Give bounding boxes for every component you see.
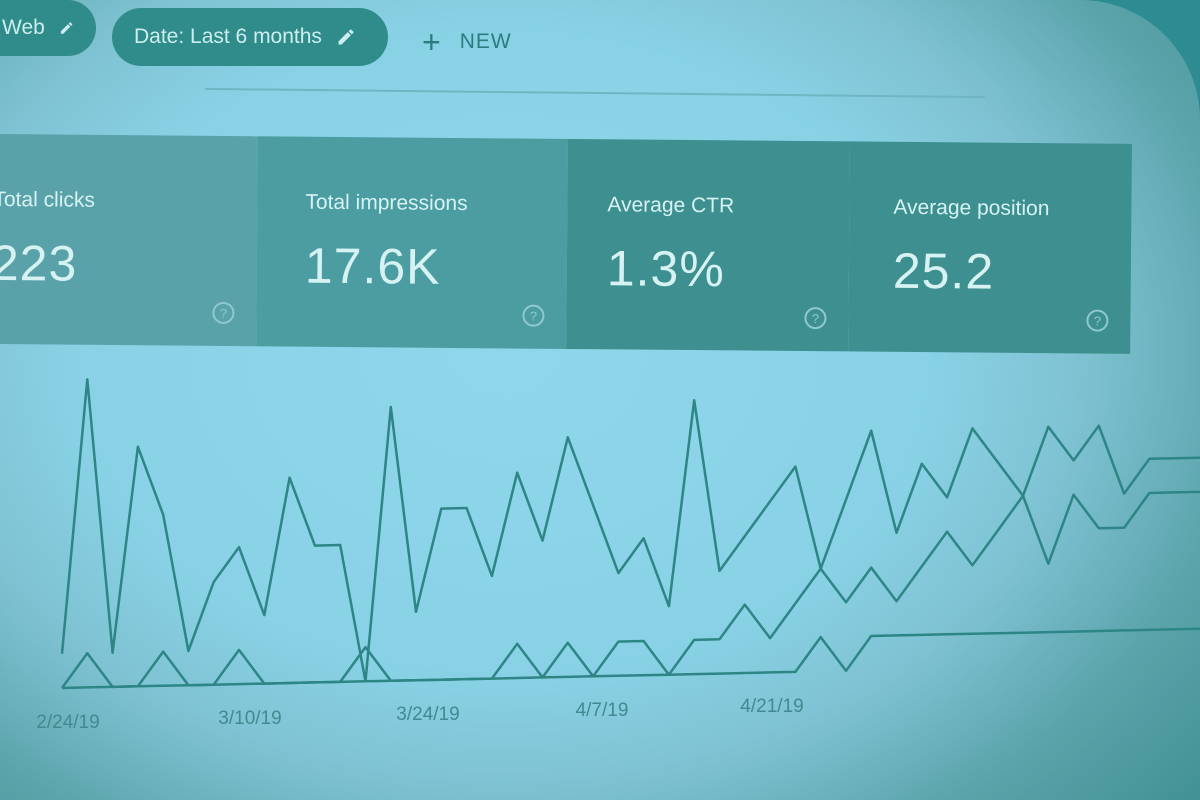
pencil-icon: [60, 22, 73, 34]
filter-bar: Web Date: Last 6 months + NEW: [0, 0, 1200, 99]
series-line-1: [60, 490, 1200, 689]
metric-value: 1.3%: [606, 240, 726, 298]
metric-label: Total impressions: [305, 190, 468, 216]
pencil-icon: [338, 29, 354, 45]
new-filter-button[interactable]: + NEW: [422, 22, 512, 62]
x-tick-label: 3/24/19: [396, 704, 459, 725]
metric-value: 223: [0, 234, 78, 292]
metric-card-total-impressions[interactable]: Total impressions 17.6K ?: [256, 136, 568, 349]
x-tick-label: 4/7/19: [576, 700, 629, 721]
metric-value: 25.2: [892, 242, 995, 300]
new-filter-label: NEW: [459, 30, 512, 53]
metric-card-average-ctr[interactable]: Average CTR 1.3% ?: [566, 138, 850, 352]
search-type-label: Web: [2, 16, 45, 39]
metric-value: 17.6K: [304, 237, 441, 295]
metric-card-total-clicks[interactable]: Total clicks 223 ?: [0, 134, 258, 347]
x-tick-label: 4/21/19: [740, 696, 803, 717]
x-tick-label: 3/10/19: [218, 708, 281, 729]
date-range-label: Date: Last 6 months: [134, 25, 322, 48]
help-circle-icon[interactable]: ?: [212, 301, 235, 325]
metrics-row: Total clicks 223 ? Total impressions 17.…: [0, 134, 1132, 354]
search-console-screen: Web Date: Last 6 months + NEW Total clic…: [0, 0, 1200, 800]
help-circle-icon[interactable]: ?: [1086, 309, 1109, 332]
divider: [205, 87, 985, 99]
search-type-chip[interactable]: Web: [0, 0, 96, 56]
series-line-0: [60, 378, 1200, 683]
metric-card-average-position[interactable]: Average position 25.2 ?: [848, 141, 1132, 354]
date-range-chip[interactable]: Date: Last 6 months: [112, 8, 388, 66]
help-circle-icon[interactable]: ?: [522, 304, 545, 327]
plus-icon: +: [422, 24, 442, 60]
performance-chart-svg: 2/24/19 3/10/19 3/24/19 4/7/19 4/21/19: [36, 378, 1200, 733]
help-circle-icon[interactable]: ?: [804, 307, 827, 330]
x-tick-label: 2/24/19: [36, 712, 99, 733]
metric-label: Average position: [893, 195, 1050, 221]
metric-label: Average CTR: [607, 193, 735, 218]
metric-label: Total clicks: [0, 187, 96, 212]
performance-chart: 2/24/19 3/10/19 3/24/19 4/7/19 4/21/19: [0, 360, 1200, 800]
